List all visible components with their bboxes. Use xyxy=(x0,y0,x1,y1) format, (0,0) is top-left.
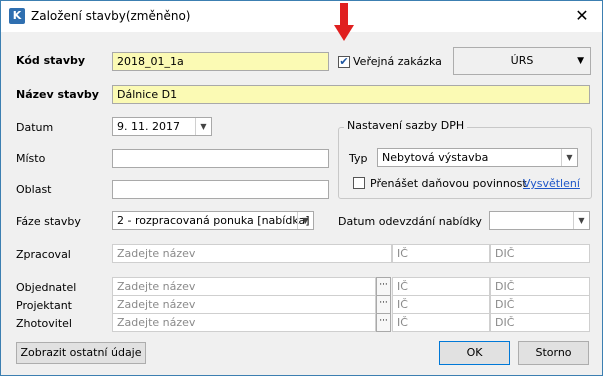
designer-ic-input[interactable]: IČ xyxy=(392,295,490,314)
name-input[interactable]: Dálnice D1 xyxy=(112,85,590,104)
designer-name-input[interactable]: Zadejte název xyxy=(112,295,376,314)
customer-ic-input[interactable]: IČ xyxy=(392,277,490,296)
vat-type-dropdown[interactable]: Nebytová výstavba ▼ xyxy=(377,148,578,167)
catalog-dropdown[interactable]: ÚRS ▼ xyxy=(453,47,591,75)
place-label: Místo xyxy=(16,152,46,165)
vat-type-label: Typ xyxy=(349,152,368,165)
chevron-down-icon[interactable]: ▼ xyxy=(195,118,211,135)
party-label: Objednatel xyxy=(16,281,77,294)
close-icon[interactable]: ✕ xyxy=(570,5,594,27)
public-contract-label: Veřejná zakázka xyxy=(353,55,442,68)
party-label: Zpracoval xyxy=(16,248,71,261)
date-label: Datum xyxy=(16,121,54,134)
title-bar: K Založení stavby(změněno) ✕ xyxy=(1,1,602,32)
phase-value: 2 - rozpracovaná ponuka [nabídka] xyxy=(117,214,310,227)
place-input[interactable] xyxy=(112,149,329,168)
contractor-name-input[interactable]: Zadejte název xyxy=(112,313,376,332)
handover-label: Datum odevzdání nabídky xyxy=(338,215,482,228)
area-input[interactable] xyxy=(112,180,329,199)
cancel-button[interactable]: Storno xyxy=(518,341,589,365)
processor-dic-input[interactable]: DIČ xyxy=(490,244,590,263)
chevron-down-icon[interactable]: ▼ xyxy=(561,149,577,166)
chevron-down-icon: ▼ xyxy=(577,56,584,66)
contractor-dic-input[interactable]: DIČ xyxy=(490,313,590,332)
vat-group-legend: Nastavení sazby DPH xyxy=(344,119,468,132)
customer-browse-button[interactable]: ··· xyxy=(376,277,391,296)
transfer-tax-label: Přenášet daňovou povinnost xyxy=(370,177,527,190)
vat-type-value: Nebytová výstavba xyxy=(382,151,489,164)
area-label: Oblast xyxy=(16,183,52,196)
code-label: Kód stavby xyxy=(16,54,86,67)
contractor-browse-button[interactable]: ··· xyxy=(376,313,391,332)
phase-label: Fáze stavby xyxy=(16,215,81,228)
date-picker[interactable]: 9. 11. 2017 ▼ xyxy=(112,117,212,136)
chevron-down-icon[interactable]: ▼ xyxy=(297,212,313,229)
window-title: Založení stavby(změněno) xyxy=(31,9,191,23)
handover-date-picker[interactable]: ▼ xyxy=(489,211,590,230)
code-input[interactable]: 2018_01_1a xyxy=(112,52,329,71)
chevron-down-icon[interactable]: ▼ xyxy=(573,212,589,229)
dialog-window: K Založení stavby(změněno) ✕ Kód stavby … xyxy=(0,0,603,376)
phase-dropdown[interactable]: 2 - rozpracovaná ponuka [nabídka] ▼ xyxy=(112,211,314,230)
date-value: 9. 11. 2017 xyxy=(117,120,180,133)
designer-dic-input[interactable]: DIČ xyxy=(490,295,590,314)
party-label: Zhotovitel xyxy=(16,317,72,330)
catalog-value: ÚRS xyxy=(510,54,534,67)
processor-name-input[interactable]: Zadejte název xyxy=(112,244,392,263)
contractor-ic-input[interactable]: IČ xyxy=(392,313,490,332)
public-contract-checkbox[interactable]: ✔ xyxy=(338,56,350,68)
app-logo-icon: K xyxy=(9,8,25,24)
explain-link[interactable]: Vysvětlení xyxy=(523,177,580,190)
show-other-button[interactable]: Zobrazit ostatní údaje xyxy=(16,342,146,364)
ok-button[interactable]: OK xyxy=(439,341,510,365)
processor-ic-input[interactable]: IČ xyxy=(392,244,490,263)
transfer-tax-checkbox[interactable] xyxy=(353,177,365,189)
designer-browse-button[interactable]: ··· xyxy=(376,295,391,314)
customer-name-input[interactable]: Zadejte název xyxy=(112,277,376,296)
red-arrow-icon xyxy=(334,3,354,41)
party-label: Projektant xyxy=(16,299,72,312)
name-label: Název stavby xyxy=(16,88,99,101)
customer-dic-input[interactable]: DIČ xyxy=(490,277,590,296)
